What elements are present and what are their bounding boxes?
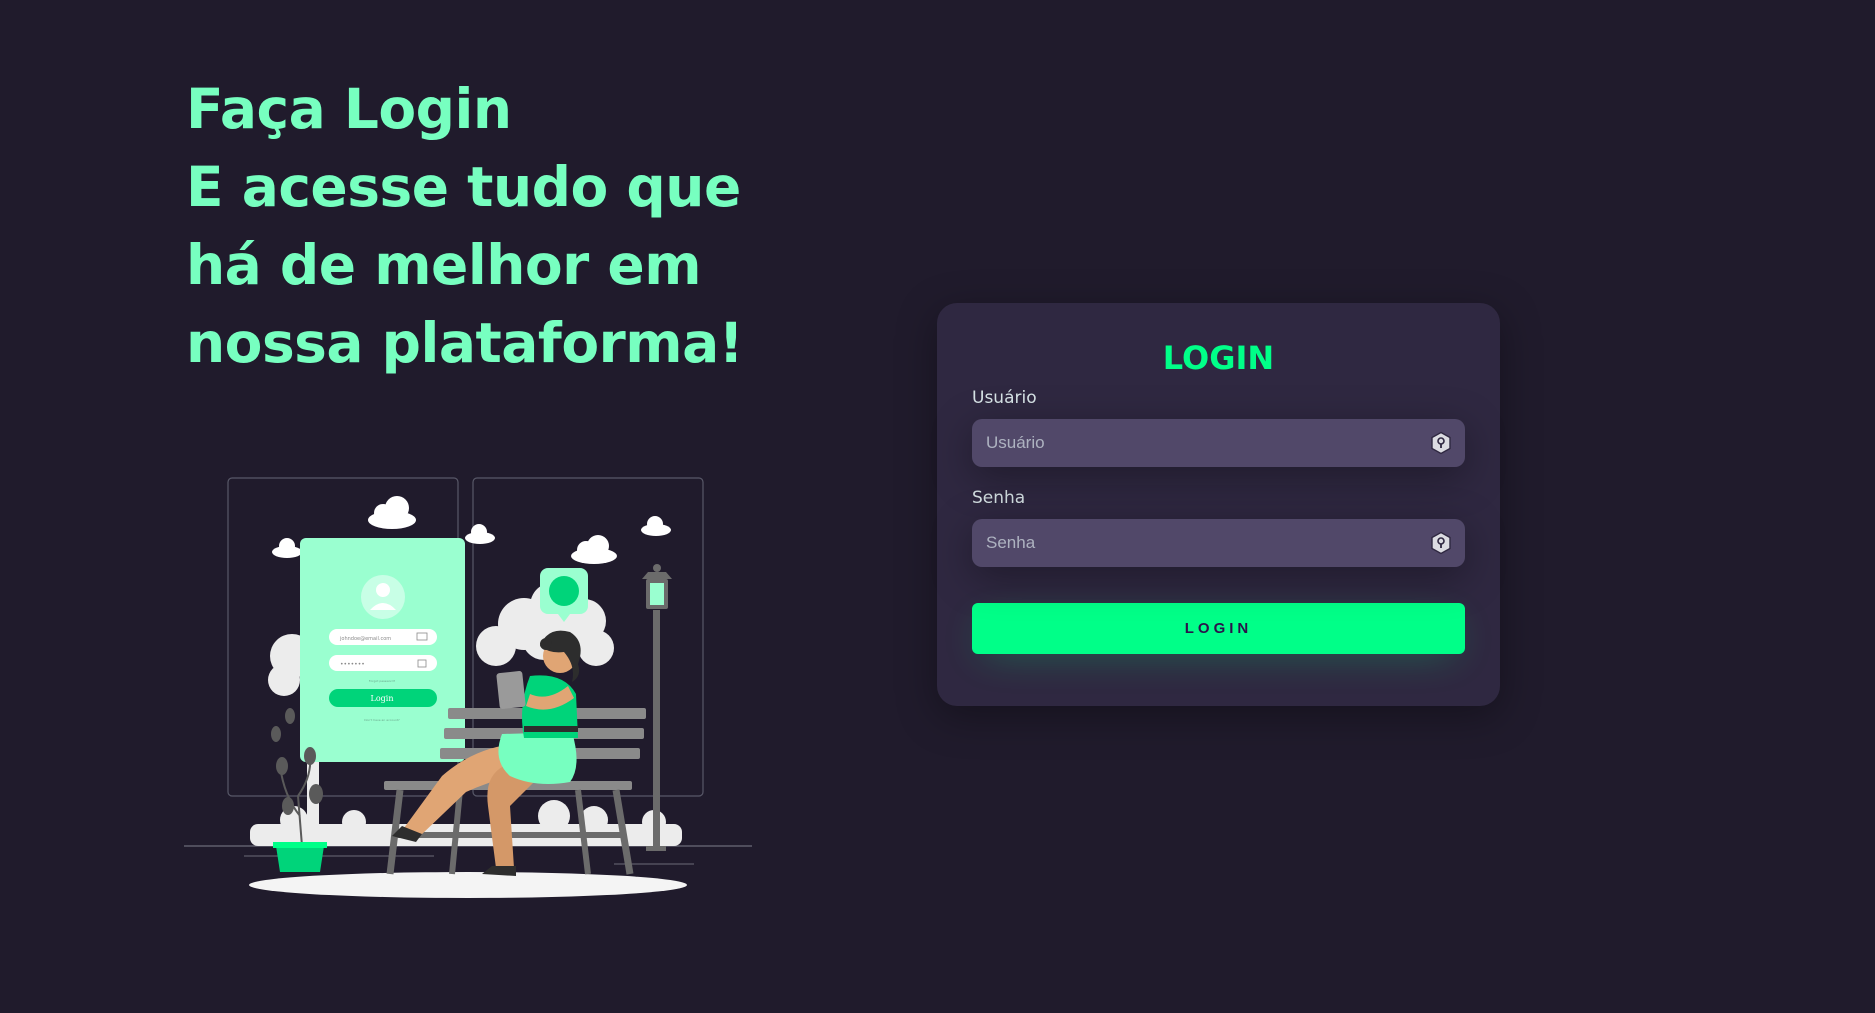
login-card: LOGIN Usuário Senha LOGIN bbox=[937, 303, 1500, 706]
cloud-icon bbox=[368, 496, 416, 529]
mock-signup-text: Don't have an account? bbox=[364, 718, 400, 722]
password-input[interactable] bbox=[972, 519, 1465, 567]
keyhole-badge-icon bbox=[1431, 531, 1451, 555]
username-input[interactable] bbox=[972, 419, 1465, 467]
cloud-icon bbox=[272, 538, 302, 558]
mock-forgot-text: Forgot password? bbox=[369, 679, 396, 683]
street-lamp bbox=[642, 564, 672, 851]
hero-headline-line-4: nossa plataforma! bbox=[186, 311, 744, 375]
mock-password-text: ••••••• bbox=[340, 661, 365, 668]
ground-shadow bbox=[249, 872, 687, 898]
mock-email-text: johndoe@email.com bbox=[339, 636, 391, 642]
hero-headline-line-1: Faça Login bbox=[186, 77, 512, 141]
username-label: Usuário bbox=[972, 388, 1037, 408]
password-label: Senha bbox=[972, 488, 1026, 508]
password-field-wrapper bbox=[972, 519, 1465, 567]
login-illustration: johndoe@email.com ••••••• Forgot passwor… bbox=[184, 477, 752, 898]
hero-section: Faça Login E acesse tudo que há de melho… bbox=[186, 70, 826, 382]
username-field-wrapper bbox=[972, 419, 1465, 467]
hero-headline-line-3: há de melhor em bbox=[186, 233, 702, 297]
cloud-icon bbox=[465, 524, 495, 544]
keyhole-badge-icon bbox=[1431, 431, 1451, 455]
mock-login-button-text: Login bbox=[371, 694, 394, 703]
cloud-icon bbox=[641, 516, 671, 536]
hero-headline: Faça Login E acesse tudo que há de melho… bbox=[186, 70, 826, 382]
hero-headline-line-2: E acesse tudo que bbox=[186, 155, 741, 219]
login-submit-button[interactable]: LOGIN bbox=[972, 603, 1465, 654]
login-title: LOGIN bbox=[1162, 339, 1275, 377]
cloud-icon bbox=[571, 535, 617, 564]
avatar-bubble bbox=[540, 568, 588, 622]
